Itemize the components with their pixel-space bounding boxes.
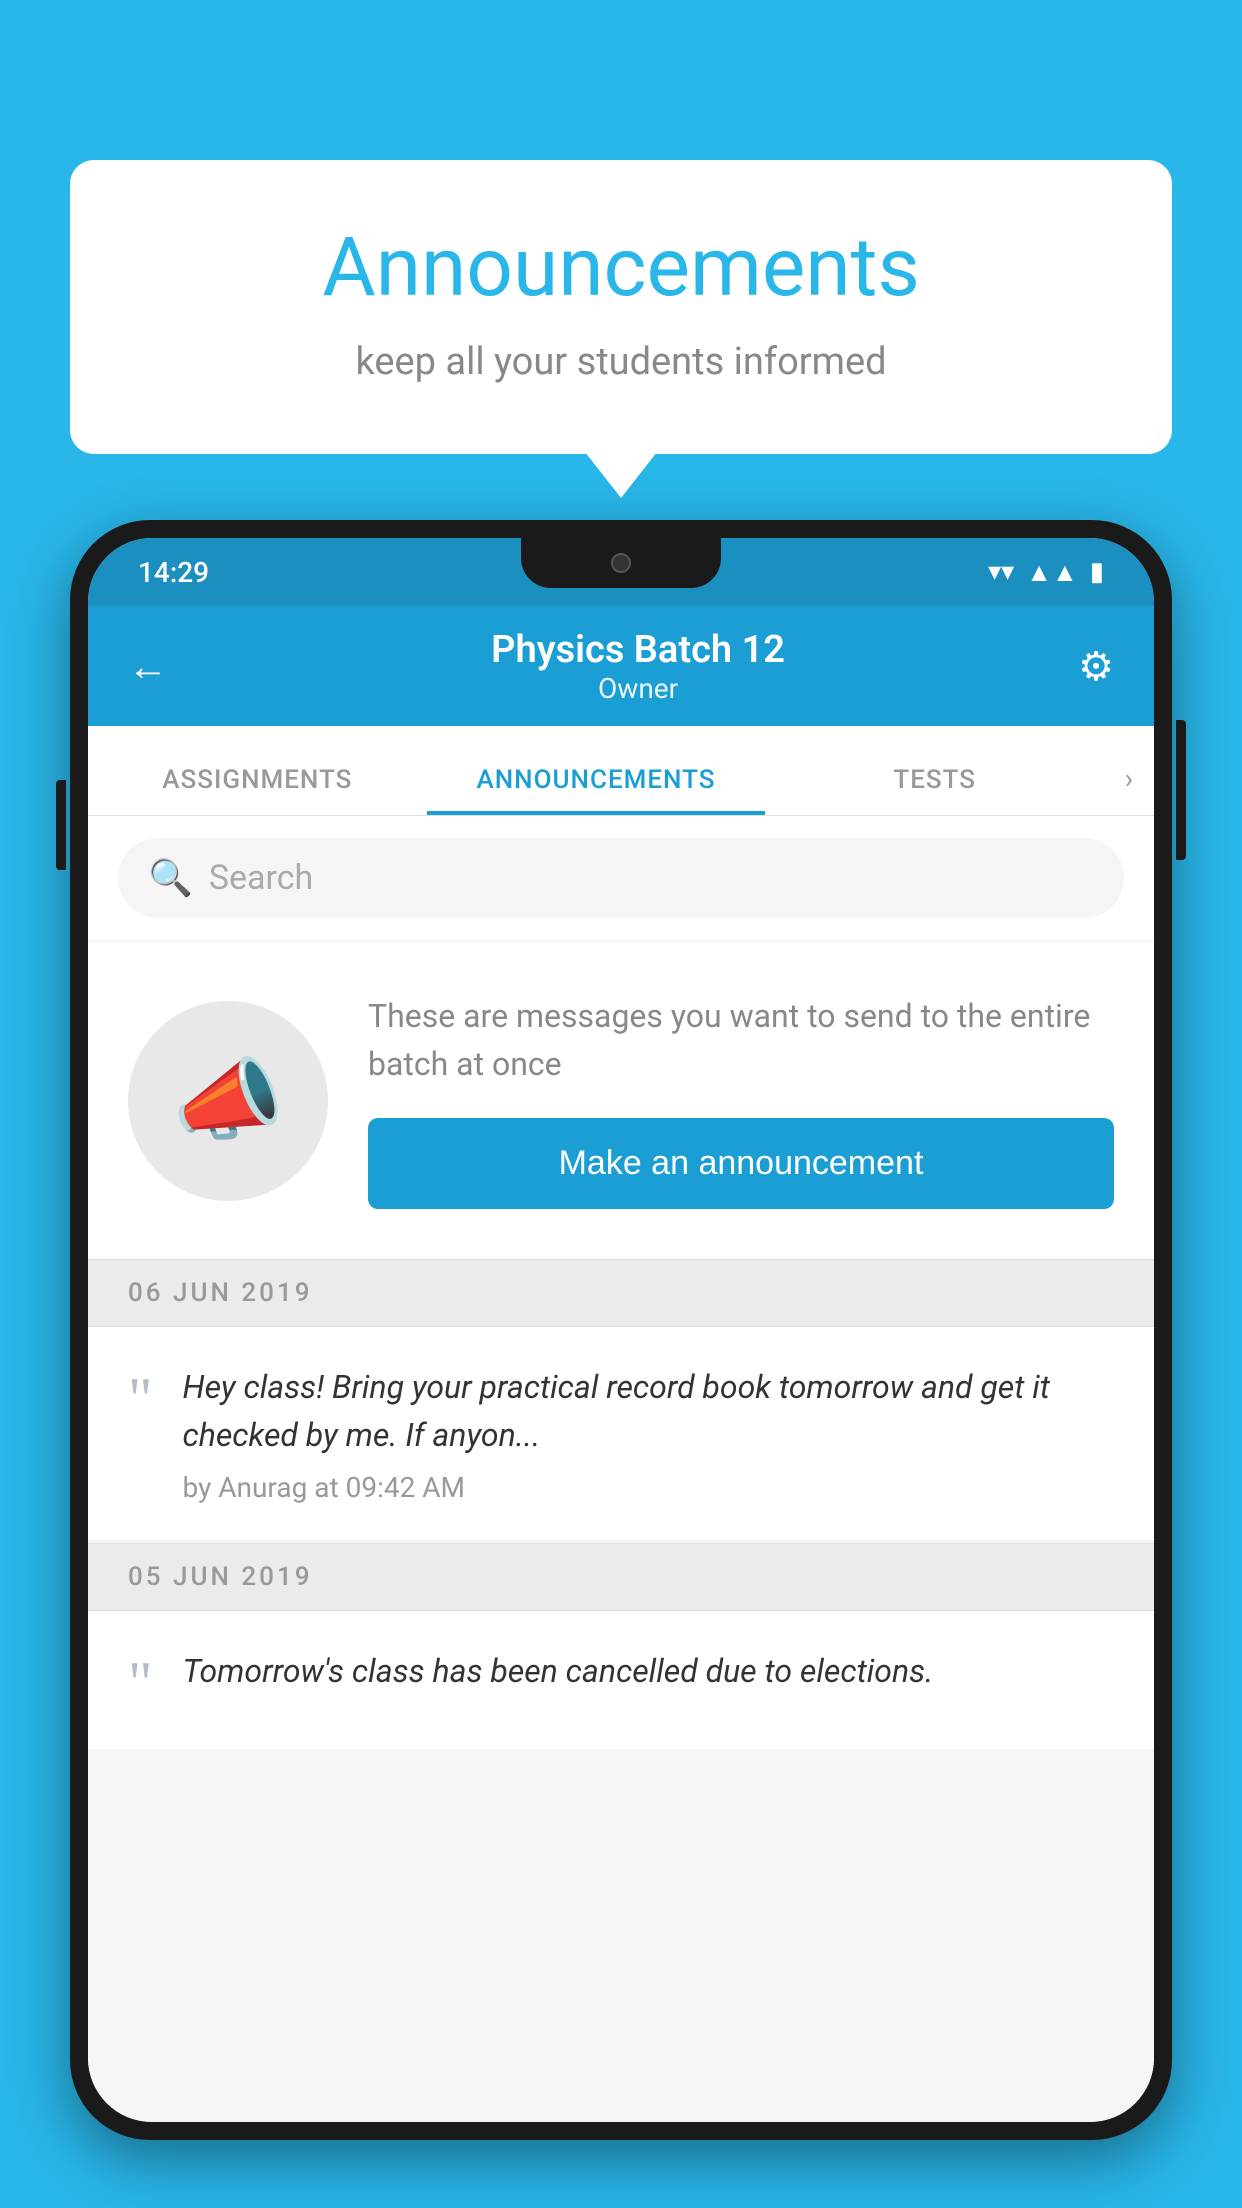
announcement-content-1: Hey class! Bring your practical record b…	[183, 1363, 1115, 1504]
announcement-content-2: Tomorrow's class has been cancelled due …	[183, 1647, 1115, 1707]
back-button[interactable]: ←	[128, 643, 168, 690]
announcement-meta-1: by Anurag at 09:42 AM	[183, 1471, 1115, 1504]
app-bar-title: Physics Batch 12	[198, 628, 1078, 672]
speech-bubble-section: Announcements keep all your students inf…	[70, 160, 1172, 454]
status-time: 14:29	[138, 556, 209, 589]
status-bar: 14:29 ▾▾ ▲▲ ▮	[88, 538, 1154, 606]
app-bar-title-section: Physics Batch 12 Owner	[198, 628, 1078, 705]
phone-container: 14:29 ▾▾ ▲▲ ▮ ← Physics Batch 12 Owner ⚙	[70, 520, 1172, 2208]
megaphone-circle: 📣	[128, 1001, 328, 1201]
announcement-item-2[interactable]: " Tomorrow's class has been cancelled du…	[88, 1611, 1154, 1749]
date-separator-1: 06 JUN 2019	[88, 1259, 1154, 1327]
search-bar[interactable]: 🔍 Search	[118, 838, 1124, 918]
status-notch	[521, 538, 721, 588]
content-area: 🔍 Search 📣 These are messages you want t…	[88, 816, 1154, 2122]
prompt-text: These are messages you want to send to t…	[368, 992, 1114, 1088]
announcement-text-1: Hey class! Bring your practical record b…	[183, 1363, 1115, 1459]
make-announcement-button[interactable]: Make an announcement	[368, 1118, 1114, 1209]
settings-icon[interactable]: ⚙	[1078, 643, 1114, 690]
search-icon: 🔍	[148, 857, 193, 899]
bubble-title: Announcements	[150, 220, 1092, 316]
tabs-bar: ASSIGNMENTS ANNOUNCEMENTS TESTS ›	[88, 726, 1154, 816]
search-placeholder: Search	[209, 858, 313, 898]
battery-icon: ▮	[1090, 557, 1104, 587]
search-container: 🔍 Search	[88, 816, 1154, 940]
speech-bubble: Announcements keep all your students inf…	[70, 160, 1172, 454]
app-bar: ← Physics Batch 12 Owner ⚙	[88, 606, 1154, 726]
quote-icon-2: "	[128, 1653, 153, 1713]
bubble-subtitle: keep all your students informed	[150, 340, 1092, 384]
tab-tests[interactable]: TESTS	[765, 765, 1104, 815]
quote-icon-1: "	[128, 1369, 153, 1429]
status-icons: ▾▾ ▲▲ ▮	[988, 557, 1104, 588]
phone-inner: 14:29 ▾▾ ▲▲ ▮ ← Physics Batch 12 Owner ⚙	[88, 538, 1154, 2122]
wifi-icon: ▾▾	[988, 557, 1014, 587]
announcement-item-1[interactable]: " Hey class! Bring your practical record…	[88, 1327, 1154, 1541]
signal-icon: ▲▲	[1026, 557, 1077, 588]
tab-more-icon[interactable]: ›	[1104, 762, 1154, 815]
app-bar-subtitle: Owner	[198, 672, 1078, 705]
phone-outer: 14:29 ▾▾ ▲▲ ▮ ← Physics Batch 12 Owner ⚙	[70, 520, 1172, 2140]
tab-assignments[interactable]: ASSIGNMENTS	[88, 765, 427, 815]
announcement-prompt: 📣 These are messages you want to send to…	[88, 942, 1154, 1259]
camera-dot	[611, 553, 631, 573]
announcement-text-2: Tomorrow's class has been cancelled due …	[183, 1647, 1115, 1695]
date-separator-2: 05 JUN 2019	[88, 1543, 1154, 1611]
megaphone-icon: 📣	[172, 1048, 284, 1153]
tab-announcements[interactable]: ANNOUNCEMENTS	[427, 765, 766, 815]
prompt-right: These are messages you want to send to t…	[368, 992, 1114, 1209]
